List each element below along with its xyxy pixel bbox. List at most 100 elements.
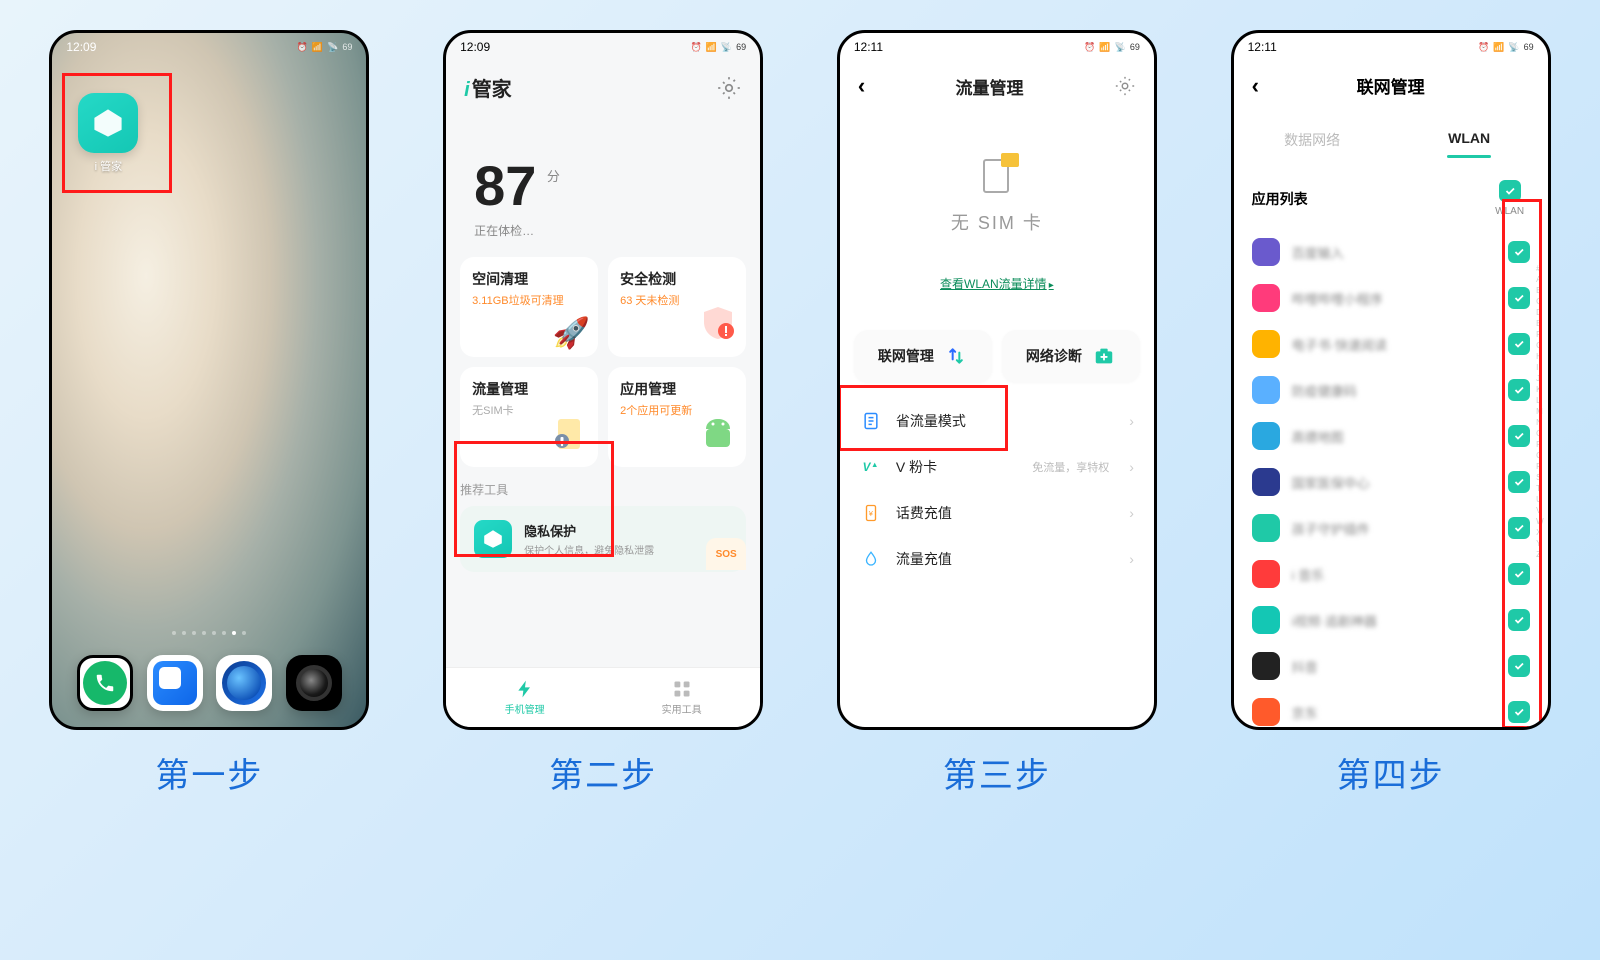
network-management-button[interactable]: 联网管理 <box>854 330 992 382</box>
data-saver-item[interactable]: 省流量模式 › <box>840 398 1154 444</box>
storage-cleanup-card[interactable]: 空间清理 3.11GB垃圾可清理 🚀 <box>460 257 598 357</box>
alphabet-index-bar[interactable]: #ABCDEFGHIJKLMNOPQRSTUVWXYZ <box>1536 263 1544 560</box>
score-unit: 分 <box>547 166 560 185</box>
wlan-checkbox[interactable] <box>1508 287 1530 309</box>
browser-app-icon[interactable] <box>216 655 272 711</box>
item-subtitle: 免流量，享特权 <box>1032 459 1109 475</box>
app-icon <box>1252 514 1280 542</box>
app-row[interactable]: i 音乐 <box>1234 551 1548 597</box>
tab-wlan[interactable]: WLAN <box>1391 130 1548 158</box>
imanager-title: i管家 <box>464 73 512 102</box>
app-row[interactable]: 国家医保中心 <box>1234 459 1548 505</box>
app-row[interactable]: 百度输入 <box>1234 229 1548 275</box>
status-time: 12:11 <box>854 40 883 54</box>
step-3-column: 12:11 ⏰📶📡69 ‹ 流量管理 无 SIM 卡 查看WLAN流量详情▸ 联… <box>837 30 1157 797</box>
phone-2-imanager-main: 12:09 ⏰📶📡69 i管家 87 分 正在体检… 空间清理 3.11GB垃圾… <box>443 30 763 730</box>
wlan-checkbox[interactable] <box>1508 701 1530 723</box>
recommended-tools-label: 推荐工具 <box>446 467 760 498</box>
app-row[interactable]: 防疫健康码 <box>1234 367 1548 413</box>
item-label: V 粉卡 <box>896 457 1018 477</box>
app-name: i 音乐 <box>1292 565 1496 584</box>
wlan-checkbox[interactable] <box>1508 517 1530 539</box>
app-icon <box>1252 330 1280 358</box>
app-name: 防疫健康码 <box>1292 381 1496 400</box>
button-label: 联网管理 <box>878 346 934 366</box>
app-row[interactable]: 抖音 <box>1234 643 1548 689</box>
card-title: 应用管理 <box>620 379 734 399</box>
card-title: 空间清理 <box>472 269 586 289</box>
grid-icon <box>672 679 692 699</box>
vcard-item[interactable]: V▲ V 粉卡 免流量，享特权 › <box>840 444 1154 490</box>
privacy-protection-card[interactable]: 隐私保护 保护个人信息，避免隐私泄露 <box>460 506 746 572</box>
imanager-header: i管家 <box>446 59 760 108</box>
section-title: 应用列表 <box>1252 189 1308 209</box>
camera-app-icon[interactable] <box>286 655 342 711</box>
app-list-header: 应用列表 WLAN <box>1234 166 1548 221</box>
app-row[interactable]: i视频·追剧神器 <box>1234 597 1548 643</box>
app-row[interactable]: 电子书·快速阅读 <box>1234 321 1548 367</box>
bolt-icon <box>515 679 535 699</box>
wlan-checkbox[interactable] <box>1508 655 1530 677</box>
privacy-title: 隐私保护 <box>524 521 654 540</box>
status-icons-right: ⏰📶📡69 <box>1478 42 1534 53</box>
tutorial-steps-container: 12:09 ⏰ 📶 📡 69 i 管家 <box>0 0 1600 797</box>
column-label-wlan: WLAN <box>1490 206 1530 217</box>
signal-icon: 📶 <box>312 42 323 53</box>
bottom-tab-bar: 手机管理 实用工具 <box>446 667 760 727</box>
status-bar: 12:09 ⏰📶📡69 <box>446 33 760 59</box>
status-icons-right: ⏰📶📡69 <box>1084 42 1140 53</box>
wlan-checkbox[interactable] <box>1508 563 1530 585</box>
wlan-checkbox[interactable] <box>1508 379 1530 401</box>
phone-1-home-screen: 12:09 ⏰ 📶 📡 69 i 管家 <box>49 30 369 730</box>
tab-mobile-data[interactable]: 数据网络 <box>1234 130 1391 158</box>
select-all-checkbox[interactable] <box>1499 180 1521 202</box>
network-type-tabs: 数据网络 WLAN <box>1234 112 1548 166</box>
tab-utilities[interactable]: 实用工具 <box>603 668 760 727</box>
recharge-item[interactable]: ¥ 话费充值 › <box>840 490 1154 536</box>
wlan-usage-link[interactable]: 查看WLAN流量详情▸ <box>840 275 1154 292</box>
tab-phone-manager[interactable]: 手机管理 <box>446 668 603 727</box>
settings-gear-icon[interactable] <box>716 75 742 101</box>
network-diagnosis-button[interactable]: 网络诊断 <box>1002 330 1140 382</box>
alarm-icon: ⏰ <box>297 42 308 53</box>
app-row[interactable]: 孩子守护插件 <box>1234 505 1548 551</box>
phone-4-network-mgmt: 12:11 ⏰📶📡69 ‹ 联网管理 数据网络 WLAN 应用列表 WLAN 百… <box>1231 30 1551 730</box>
status-icons-right: ⏰ 📶 📡 69 <box>297 42 353 53</box>
app-row[interactable]: 哔哩哔哩小程序 <box>1234 275 1548 321</box>
wlan-checkbox[interactable] <box>1508 609 1530 631</box>
back-button[interactable]: ‹ <box>858 73 865 99</box>
app-name: 哔哩哔哩小程序 <box>1292 289 1496 308</box>
water-drop-icon <box>860 548 882 570</box>
status-icons-right: ⏰📶📡69 <box>690 42 746 53</box>
phone-app-icon[interactable] <box>77 655 133 711</box>
data-recharge-item[interactable]: 流量充值 › <box>840 536 1154 582</box>
tab-label: 实用工具 <box>662 701 702 716</box>
security-scan-card[interactable]: 安全检测 63 天未检测 <box>608 257 746 357</box>
app-row[interactable]: 京东 <box>1234 689 1548 730</box>
data-manager-card[interactable]: 流量管理 无SIM卡 <box>460 367 598 467</box>
app-icon <box>1252 422 1280 450</box>
step-3-label: 第三步 <box>943 748 1051 797</box>
wlan-checkbox[interactable] <box>1508 425 1530 447</box>
app-icon <box>1252 560 1280 588</box>
privacy-cube-icon <box>474 520 512 558</box>
messages-app-icon[interactable] <box>147 655 203 711</box>
imanager-app-launcher[interactable]: i 管家 <box>78 93 138 174</box>
status-time: 12:09 <box>460 40 490 54</box>
app-row[interactable]: 高德地图 <box>1234 413 1548 459</box>
app-manager-card[interactable]: 应用管理 2个应用可更新 <box>608 367 746 467</box>
feature-cards-grid: 空间清理 3.11GB垃圾可清理 🚀 安全检测 63 天未检测 流量管理 无SI… <box>446 239 760 467</box>
phone-3-data-manager: 12:11 ⏰📶📡69 ‹ 流量管理 无 SIM 卡 查看WLAN流量详情▸ 联… <box>837 30 1157 730</box>
app-name: 高德地图 <box>1292 427 1496 446</box>
step-2-label: 第二步 <box>549 748 657 797</box>
wlan-checkbox[interactable] <box>1508 333 1530 355</box>
wlan-checkbox[interactable] <box>1508 471 1530 493</box>
app-permission-list[interactable]: 百度输入哔哩哔哩小程序电子书·快速阅读防疫健康码高德地图国家医保中心孩子守护插件… <box>1234 221 1548 730</box>
app-name: 电子书·快速阅读 <box>1292 335 1496 354</box>
sos-card-icon[interactable]: SOS <box>706 538 746 570</box>
wlan-checkbox[interactable] <box>1508 241 1530 263</box>
chevron-right-icon: › <box>1129 551 1134 567</box>
no-sim-display: 无 SIM 卡 <box>840 153 1154 235</box>
back-button[interactable]: ‹ <box>1252 73 1259 99</box>
settings-gear-icon[interactable] <box>1114 75 1136 97</box>
